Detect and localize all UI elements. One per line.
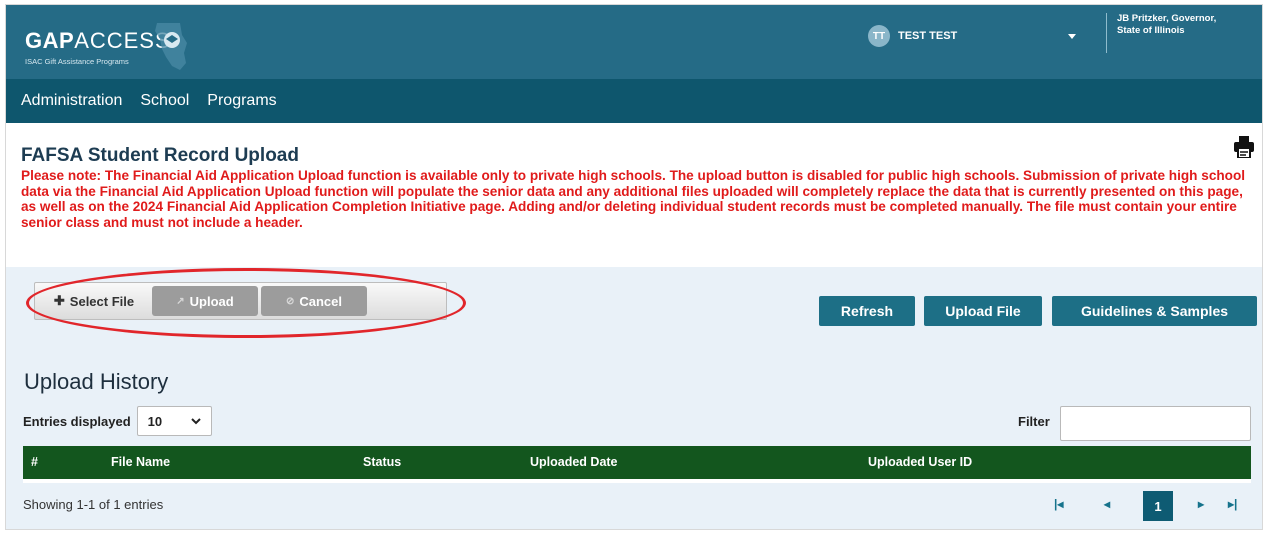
logo-subtitle: ISAC Gift Assistance Programs: [25, 57, 129, 66]
warning-message: Please note: The Financial Aid Applicati…: [21, 168, 1246, 230]
upload-toolbar: ✚ Select File ↗ Upload ⊘ Cancel: [26, 268, 466, 338]
nav-item-programs[interactable]: Programs: [207, 92, 276, 110]
upload-label: Upload: [189, 293, 234, 309]
column-header-uploaded-user-id[interactable]: Uploaded User ID: [868, 455, 972, 469]
logo-brand: GAP: [25, 28, 75, 53]
cancel-circle-icon: ⊘: [285, 295, 295, 307]
page-button-current[interactable]: 1: [1143, 491, 1173, 521]
cancel-label: Cancel: [299, 293, 343, 309]
previous-page-icon[interactable]: ◂: [1104, 497, 1110, 511]
filter-label: Filter: [1018, 414, 1050, 429]
chevron-down-icon[interactable]: [1068, 34, 1076, 39]
entries-value: 10: [147, 413, 163, 429]
plus-icon: ✚: [53, 293, 65, 308]
entries-control: Entries displayed 10: [23, 406, 212, 436]
governor-line-2: State of Illinois: [1117, 25, 1185, 36]
select-file-button[interactable]: ✚ Select File: [39, 286, 149, 316]
gap-access-logo[interactable]: GAPACCESS ISAC Gift Assistance Programs: [22, 21, 202, 75]
governor-line-1: JB Pritzker, Governor,: [1117, 13, 1217, 24]
select-file-label: Select File: [69, 293, 135, 309]
upload-arrow-icon: ↗: [176, 295, 185, 307]
first-page-icon[interactable]: |◂: [1054, 497, 1063, 511]
top-header: GAPACCESS ISAC Gift Assistance Programs …: [6, 5, 1262, 79]
nav-item-school[interactable]: School: [140, 92, 189, 110]
governor-info: JB Pritzker, Governor, State of Illinois: [1106, 13, 1216, 53]
column-header-status[interactable]: Status: [363, 455, 401, 469]
upload-button[interactable]: ↗ Upload: [152, 286, 258, 316]
entries-select[interactable]: 10: [136, 406, 212, 436]
last-page-icon[interactable]: ▸|: [1228, 497, 1237, 511]
upload-history-title: Upload History: [24, 369, 169, 394]
nav-item-administration[interactable]: Administration: [21, 92, 122, 110]
refresh-button[interactable]: Refresh: [819, 296, 915, 326]
upload-file-button[interactable]: Upload File: [924, 296, 1042, 326]
user-avatar: TT: [868, 25, 890, 47]
notice-panel: FAFSA Student Record Upload Please note:…: [6, 123, 1262, 267]
pagination: |◂ ◂ 1 ▸ ▸|: [1046, 491, 1251, 521]
column-header-uploaded-date[interactable]: Uploaded Date: [530, 455, 618, 469]
chevron-down-icon: [190, 417, 201, 424]
page-title: FAFSA Student Record Upload: [21, 145, 299, 166]
entries-summary: Showing 1-1 of 1 entries: [23, 497, 164, 512]
table-body: [23, 479, 1251, 483]
filter-input[interactable]: [1060, 406, 1251, 441]
guidelines-samples-button[interactable]: Guidelines & Samples: [1052, 296, 1257, 326]
user-menu[interactable]: TT TEST TEST: [868, 25, 957, 47]
table-header: # File Name Status Uploaded Date Uploade…: [23, 446, 1251, 479]
column-header-file-name[interactable]: File Name: [111, 455, 170, 469]
user-name: TEST TEST: [898, 30, 958, 42]
main-nav: Administration School Programs: [6, 79, 1262, 123]
app-frame: GAPACCESS ISAC Gift Assistance Programs …: [5, 4, 1263, 530]
entries-label: Entries displayed: [23, 413, 131, 429]
illinois-map-icon: [155, 23, 187, 70]
column-header-index[interactable]: #: [31, 455, 38, 469]
printer-icon[interactable]: [1234, 136, 1254, 158]
cancel-button[interactable]: ⊘ Cancel: [261, 286, 367, 316]
next-page-icon[interactable]: ▸: [1198, 497, 1204, 511]
upload-button-bar: ✚ Select File ↗ Upload ⊘ Cancel: [34, 282, 447, 320]
